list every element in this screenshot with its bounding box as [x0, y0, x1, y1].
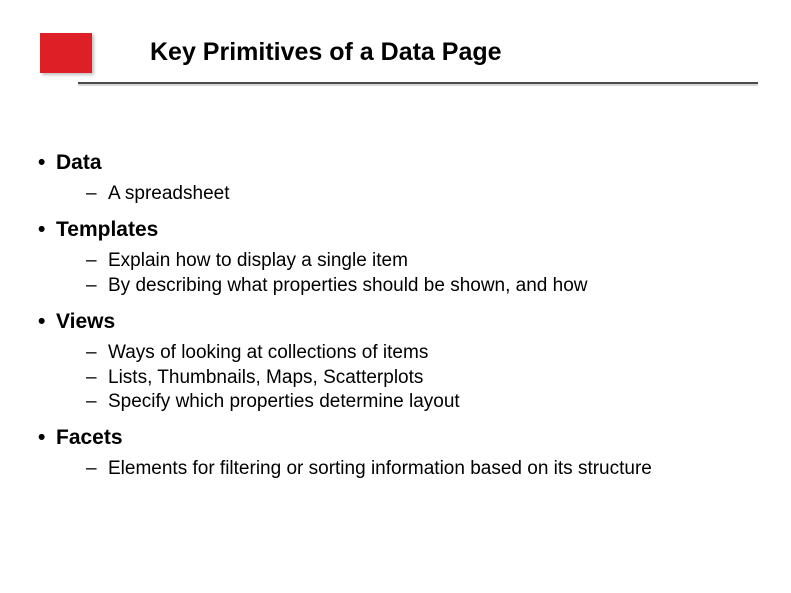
sub-item: –A spreadsheet — [86, 182, 761, 207]
sub-group-views: –Ways of looking at collections of items… — [86, 341, 761, 415]
slide-body: •Data –A spreadsheet •Templates –Explain… — [38, 150, 761, 492]
decorative-red-square-icon — [40, 33, 92, 73]
sub-item: –By describing what properties should be… — [86, 274, 761, 299]
slide-header: Key Primitives of a Data Page — [0, 0, 791, 100]
bullet-label: Facets — [56, 426, 123, 449]
slide: Key Primitives of a Data Page •Data –A s… — [0, 0, 791, 593]
sub-group-templates: –Explain how to display a single item –B… — [86, 249, 761, 298]
title-underline-light — [78, 84, 758, 86]
bullet-label: Data — [56, 151, 102, 174]
bullet-dot-icon: • — [38, 425, 56, 451]
bullet-dot-icon: • — [38, 217, 56, 243]
sub-group-data: –A spreadsheet — [86, 182, 761, 207]
bullet-facets: •Facets — [38, 425, 761, 451]
sub-item: –Lists, Thumbnails, Maps, Scatterplots — [86, 366, 761, 391]
sub-text: Explain how to display a single item — [108, 250, 408, 271]
dash-icon: – — [86, 249, 108, 274]
bullet-label: Views — [56, 310, 115, 333]
dash-icon: – — [86, 182, 108, 207]
slide-title: Key Primitives of a Data Page — [150, 38, 502, 67]
sub-text: Ways of looking at collections of items — [108, 342, 428, 363]
bullet-label: Templates — [56, 218, 158, 241]
sub-item: –Specify which properties determine layo… — [86, 390, 761, 415]
sub-text: A spreadsheet — [108, 183, 229, 204]
bullet-templates: •Templates — [38, 217, 761, 243]
dash-icon: – — [86, 274, 108, 299]
sub-text: Specify which properties determine layou… — [108, 391, 460, 412]
dash-icon: – — [86, 366, 108, 391]
sub-group-facets: –Elements for filtering or sorting infor… — [86, 457, 761, 482]
dash-icon: – — [86, 390, 108, 415]
dash-icon: – — [86, 457, 108, 482]
bullet-dot-icon: • — [38, 309, 56, 335]
bullet-dot-icon: • — [38, 150, 56, 176]
sub-item: –Ways of looking at collections of items — [86, 341, 761, 366]
sub-text: By describing what properties should be … — [108, 275, 588, 296]
dash-icon: – — [86, 341, 108, 366]
sub-text: Lists, Thumbnails, Maps, Scatterplots — [108, 367, 423, 388]
sub-item: –Explain how to display a single item — [86, 249, 761, 274]
sub-text: Elements for filtering or sorting inform… — [108, 458, 652, 479]
bullet-data: •Data — [38, 150, 761, 176]
sub-item: –Elements for filtering or sorting infor… — [86, 457, 761, 482]
bullet-views: •Views — [38, 309, 761, 335]
